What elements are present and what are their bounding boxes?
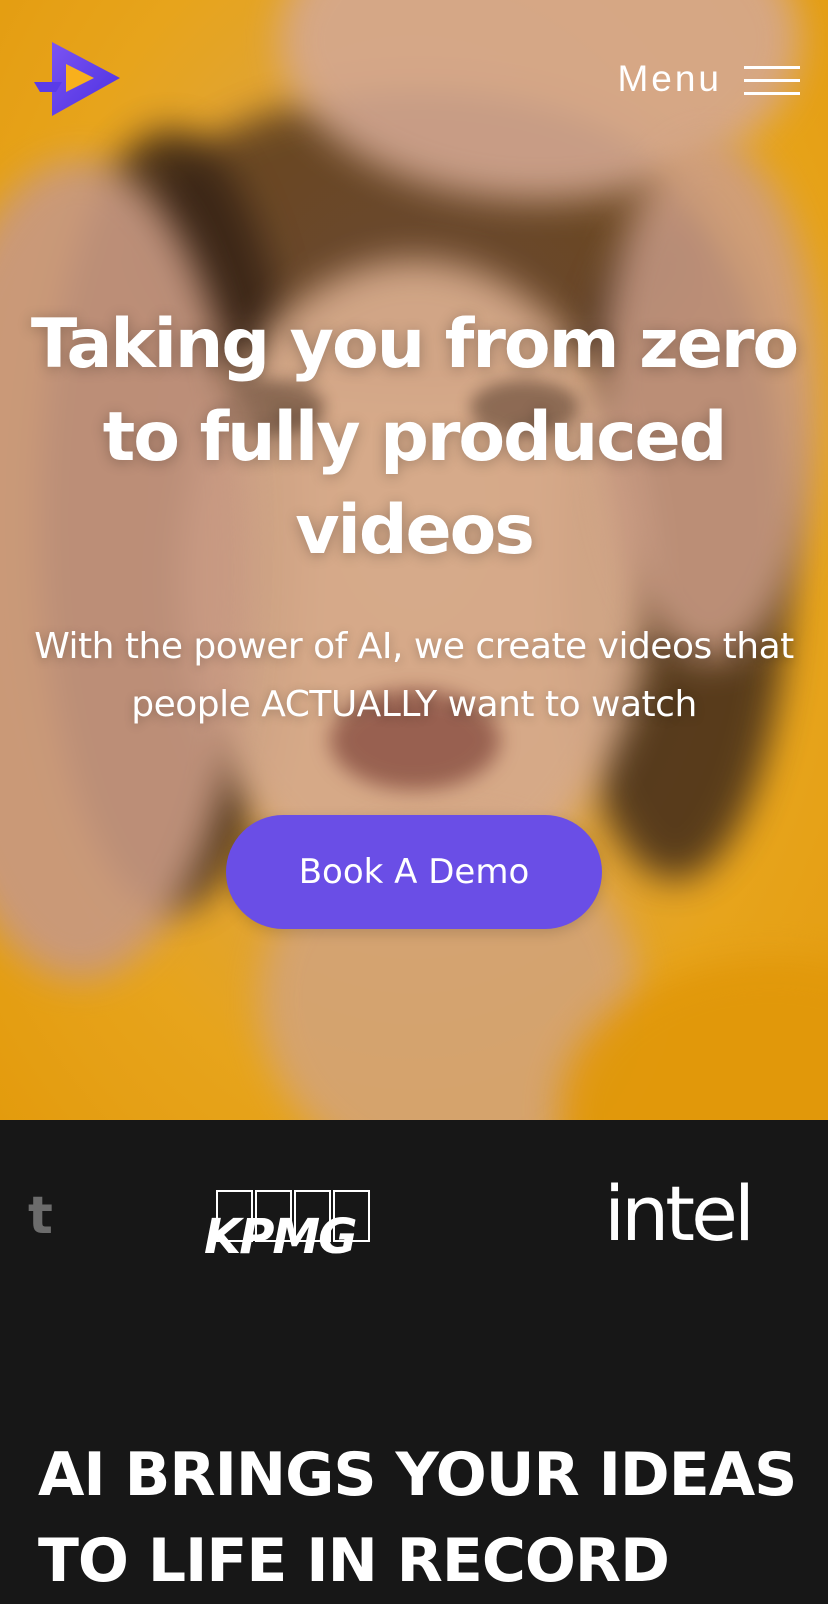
- play-logo-icon[interactable]: [32, 40, 124, 120]
- hero-section: Menu Taking you from zero to fully produ…: [0, 0, 828, 1120]
- hamburger-icon[interactable]: [744, 60, 800, 98]
- client-logos-strip: t KPMG intel: [0, 1120, 828, 1320]
- menu-label: Menu: [617, 58, 722, 99]
- intel-logo: intel: [604, 1169, 755, 1258]
- hero-subhead: With the power of AI, we create videos t…: [34, 626, 794, 725]
- section-title: AI BRINGS YOUR IDEAS TO LIFE IN RECORD: [38, 1440, 797, 1596]
- book-demo-button[interactable]: Book A Demo: [226, 815, 602, 929]
- partial-client-logo: t: [28, 1186, 53, 1246]
- kpmg-logo: KPMG: [204, 1190, 382, 1262]
- menu-button[interactable]: Menu: [617, 58, 800, 100]
- hero-headline: Taking you from zero to fully produced v…: [30, 305, 799, 570]
